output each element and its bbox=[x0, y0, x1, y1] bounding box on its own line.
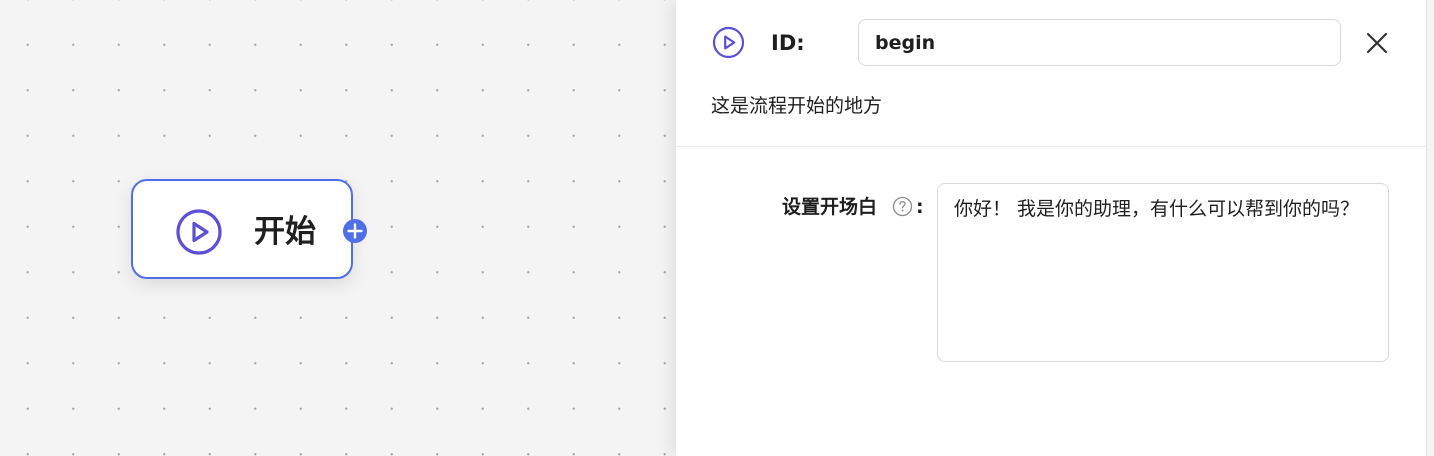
node-title: 开始 bbox=[254, 214, 316, 250]
flow-canvas[interactable]: 开始 bbox=[0, 0, 676, 456]
close-icon[interactable] bbox=[1364, 30, 1390, 56]
divider bbox=[676, 146, 1426, 147]
question-circle-icon[interactable] bbox=[892, 196, 913, 217]
play-circle-icon bbox=[176, 209, 222, 255]
node-id-input[interactable] bbox=[858, 19, 1341, 66]
id-label: ID: bbox=[771, 31, 805, 55]
greeting-label: 设置开场白 bbox=[782, 196, 878, 218]
plus-circle-icon bbox=[347, 223, 363, 239]
right-edge-strip bbox=[1426, 0, 1434, 456]
node-description: 这是流程开始的地方 bbox=[711, 95, 883, 117]
label-colon: : bbox=[916, 196, 924, 218]
node-settings-panel: ID: 这是流程开始的地方 设置开场白 : 你好！ 我是你的助理，有什么可以帮到… bbox=[676, 0, 1426, 456]
begin-node[interactable]: 开始 bbox=[131, 179, 353, 279]
greeting-textarea[interactable]: 你好！ 我是你的助理，有什么可以帮到你的吗？ bbox=[937, 183, 1389, 362]
play-circle-icon bbox=[712, 26, 745, 59]
add-node-handle[interactable] bbox=[343, 219, 367, 243]
